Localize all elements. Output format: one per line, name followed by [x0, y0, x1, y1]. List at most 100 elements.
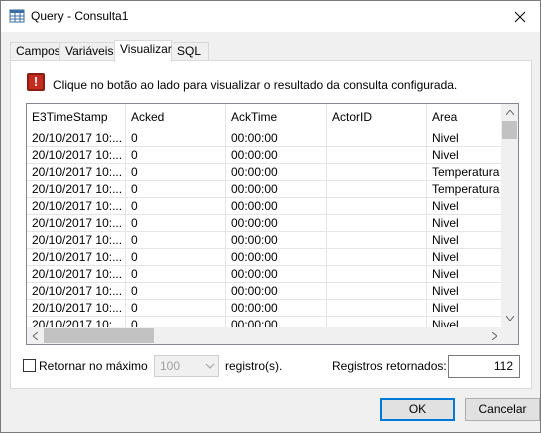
table-cell: 00:00:00 [226, 147, 327, 164]
table-icon [9, 9, 25, 23]
results-grid[interactable]: E3TimeStamp Acked AckTime ActorID Area 2… [26, 103, 519, 345]
table-row[interactable]: 20/10/2017 10:... 0 00:00:00 Nivel [27, 198, 503, 215]
table-cell: 0 [126, 198, 226, 215]
table-cell: Temperatura [427, 164, 503, 181]
table-row[interactable]: 20/10/2017 10:... 0 00:00:00 Nivel [27, 232, 503, 249]
table-cell: Nivel [427, 300, 503, 317]
table-cell: Nivel [427, 130, 503, 147]
table-cell: 00:00:00 [226, 232, 327, 249]
table-cell: 00:00:00 [226, 164, 327, 181]
visualizar-panel: ! Clique no botão ao lado para visualiza… [10, 60, 532, 389]
table-cell [327, 181, 427, 198]
table-row[interactable]: 20/10/2017 10:... 0 00:00:00 Nivel [27, 130, 503, 147]
table-cell: 20/10/2017 10:... [27, 164, 126, 181]
table-cell: Nivel [427, 266, 503, 283]
cancel-button[interactable]: Cancelar [465, 398, 540, 421]
tab-campos[interactable]: Campos [10, 42, 61, 61]
table-row[interactable]: 20/10/2017 10:... 0 00:00:00 Temperatura [27, 164, 503, 181]
table-cell: 20/10/2017 10:... [27, 300, 126, 317]
table-row[interactable]: 20/10/2017 10:... 0 00:00:00 Nivel [27, 249, 503, 266]
table-cell: 00:00:00 [226, 266, 327, 283]
table-cell: Nivel [427, 147, 503, 164]
table-cell: 00:00:00 [226, 300, 327, 317]
vertical-scrollbar[interactable] [501, 104, 518, 327]
tab-visualizar[interactable]: Visualizar [114, 40, 172, 62]
table-cell: 0 [126, 147, 226, 164]
table-cell: 00:00:00 [226, 249, 327, 266]
table-cell: 0 [126, 300, 226, 317]
table-cell: Nivel [427, 232, 503, 249]
table-row[interactable]: 20/10/2017 10:... 0 00:00:00 Nivel [27, 147, 503, 164]
table-cell: Nivel [427, 215, 503, 232]
table-cell: 0 [126, 232, 226, 249]
column-header[interactable]: AckTime [226, 104, 327, 130]
table-cell: 20/10/2017 10:... [27, 266, 126, 283]
close-button[interactable] [500, 1, 540, 32]
table-cell: 00:00:00 [226, 215, 327, 232]
table-cell [327, 266, 427, 283]
grid-body: 20/10/2017 10:... 0 00:00:00 Nivel 20/10/201… [27, 130, 503, 334]
table-cell: Nivel [427, 249, 503, 266]
table-cell: Temperatura [427, 181, 503, 198]
tab-variaveis[interactable]: Variáveis [59, 42, 115, 61]
table-cell [327, 249, 427, 266]
table-cell: 00:00:00 [226, 198, 327, 215]
table-cell [327, 283, 427, 300]
vertical-scroll-thumb[interactable] [502, 121, 517, 139]
table-row[interactable]: 20/10/2017 10:... 0 00:00:00 Temperatura [27, 181, 503, 198]
chevron-down-icon [205, 363, 215, 369]
table-cell [327, 232, 427, 249]
table-cell [327, 198, 427, 215]
table-cell: 20/10/2017 10:... [27, 147, 126, 164]
returned-label: Registros retornados: [332, 359, 447, 373]
returned-count-field: 112 [448, 355, 520, 378]
column-header[interactable]: ActorID [327, 104, 427, 130]
table-cell: 0 [126, 266, 226, 283]
limit-label[interactable]: Retornar no máximo [39, 359, 148, 373]
ok-button[interactable]: OK [380, 398, 455, 421]
table-cell: 0 [126, 249, 226, 266]
table-cell: 20/10/2017 10:... [27, 198, 126, 215]
table-cell: 0 [126, 181, 226, 198]
table-cell: 20/10/2017 10:... [27, 181, 126, 198]
column-header[interactable]: Acked [126, 104, 226, 130]
tab-sql[interactable]: SQL [171, 42, 209, 61]
table-cell: 20/10/2017 10:... [27, 130, 126, 147]
table-cell [327, 130, 427, 147]
table-cell: 00:00:00 [226, 181, 327, 198]
table-cell [327, 300, 427, 317]
table-cell [327, 164, 427, 181]
scroll-up-icon[interactable] [501, 104, 518, 121]
table-row[interactable]: 20/10/2017 10:... 0 00:00:00 Nivel [27, 266, 503, 283]
window-title: Query - Consulta1 [31, 9, 129, 23]
table-cell: 20/10/2017 10:... [27, 249, 126, 266]
table-cell: 0 [126, 130, 226, 147]
horizontal-scroll-thumb[interactable] [44, 328, 154, 343]
table-cell: 00:00:00 [226, 130, 327, 147]
scroll-left-icon[interactable] [27, 327, 44, 344]
table-cell: 0 [126, 164, 226, 181]
limit-value: 100 [160, 359, 181, 373]
run-query-icon[interactable]: ! [27, 73, 45, 91]
table-cell: 0 [126, 215, 226, 232]
table-cell [327, 215, 427, 232]
table-row[interactable]: 20/10/2017 10:... 0 00:00:00 Nivel [27, 300, 503, 317]
close-icon [514, 11, 526, 22]
scroll-down-icon[interactable] [501, 310, 518, 327]
table-cell: Nivel [427, 283, 503, 300]
table-cell: 20/10/2017 10:... [27, 283, 126, 300]
horizontal-scrollbar[interactable] [27, 327, 503, 344]
table-cell: 0 [126, 283, 226, 300]
table-cell [327, 147, 427, 164]
column-header[interactable]: E3TimeStamp [27, 104, 126, 130]
grid-header: E3TimeStamp Acked AckTime ActorID Area [27, 104, 503, 130]
table-cell: 20/10/2017 10:... [27, 232, 126, 249]
column-header[interactable]: Area [427, 104, 503, 130]
table-row[interactable]: 20/10/2017 10:... 0 00:00:00 Nivel [27, 283, 503, 300]
limit-checkbox[interactable] [23, 359, 36, 372]
table-row[interactable]: 20/10/2017 10:... 0 00:00:00 Nivel [27, 215, 503, 232]
scroll-corner [501, 327, 518, 344]
title-bar: Query - Consulta1 [1, 1, 540, 32]
info-text: Clique no botão ao lado para visualizar … [53, 78, 458, 92]
table-cell: 20/10/2017 10:... [27, 215, 126, 232]
